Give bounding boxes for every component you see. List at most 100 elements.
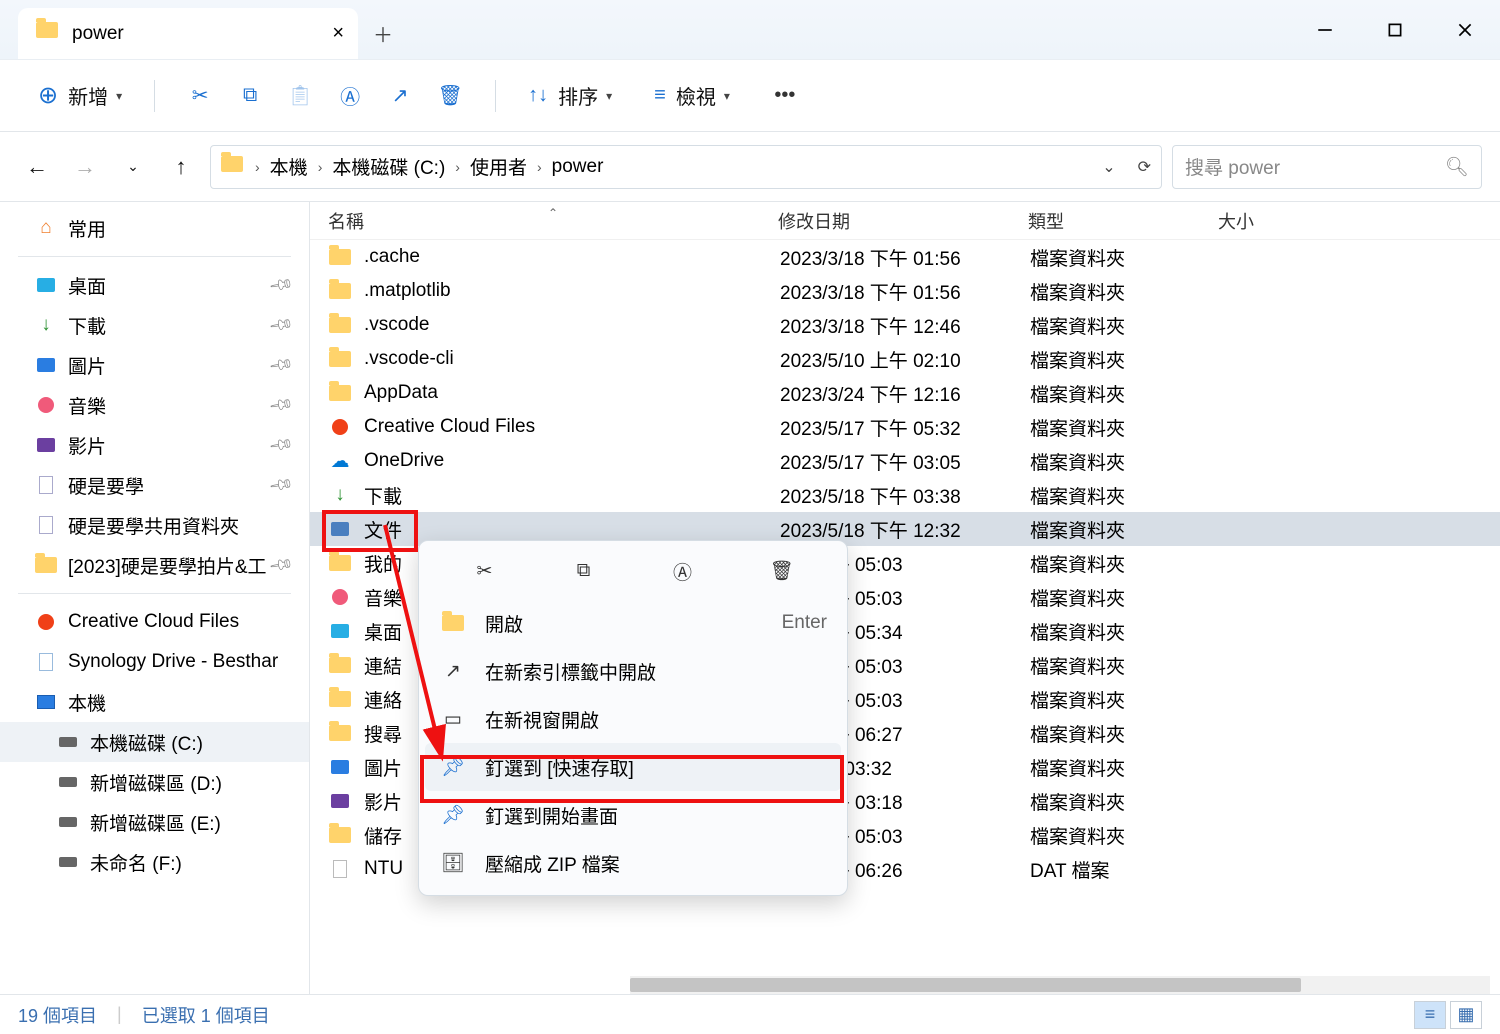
table-row[interactable]: .cache2023/3/18 下午 01:56檔案資料夾: [310, 240, 1500, 274]
details-view-button[interactable]: ≡: [1414, 1001, 1446, 1029]
new-tab-button[interactable]: ＋: [358, 8, 408, 59]
cut-button[interactable]: ✂: [471, 557, 499, 585]
file-date: 2023/5/17 下午 05:32: [780, 414, 1030, 441]
menu-open[interactable]: 開啟 Enter: [425, 599, 841, 647]
folder-icon: [328, 823, 352, 847]
home-icon: ⌂: [34, 216, 58, 240]
new-tab-icon: ↗: [439, 660, 467, 683]
sidebar-item[interactable]: 硬是要學📌︎: [0, 465, 309, 505]
file-type: 檔案資料夾: [1030, 550, 1220, 577]
sidebar-item[interactable]: 影片📌︎: [0, 425, 309, 465]
sidebar-item[interactable]: 本機磁碟 (C:): [0, 722, 309, 762]
breadcrumb-segment[interactable]: power: [546, 156, 610, 178]
icons-view-button[interactable]: ▦: [1450, 1001, 1482, 1029]
videos-icon: [34, 433, 58, 457]
close-window-button[interactable]: [1430, 0, 1500, 59]
window-tab[interactable]: power ×: [18, 8, 358, 59]
table-row[interactable]: ☁OneDrive2023/5/17 下午 03:05檔案資料夾: [310, 444, 1500, 478]
breadcrumb-segment[interactable]: 本機: [264, 153, 314, 180]
trash-icon: 🗑︎: [437, 83, 462, 108]
file-name: Creative Cloud Files: [364, 416, 780, 438]
column-size-header[interactable]: 大小: [1218, 208, 1288, 234]
file-date: 2023/5/18 下午 12:32: [780, 516, 1030, 543]
horizontal-scrollbar[interactable]: [630, 976, 1490, 994]
table-row[interactable]: .vscode-cli2023/5/10 上午 02:10檔案資料夾: [310, 342, 1500, 376]
rename-button[interactable]: Ⓐ︎: [669, 557, 697, 585]
sidebar-item-label: 本機: [68, 689, 106, 716]
sidebar-item[interactable]: Creative Cloud Files: [0, 602, 309, 642]
sidebar-item[interactable]: 新增磁碟區 (E:): [0, 802, 309, 842]
file-date: 2023/3/18 下午 01:56: [780, 278, 1030, 305]
forward-button[interactable]: →: [66, 148, 104, 186]
table-row[interactable]: ↓下載2023/5/18 下午 03:38檔案資料夾: [310, 478, 1500, 512]
breadcrumb-segment[interactable]: 使用者: [464, 153, 533, 180]
minimize-button[interactable]: [1290, 0, 1360, 59]
rename-button[interactable]: Ⓐ︎: [329, 75, 371, 116]
sidebar-item[interactable]: 桌面📌︎: [0, 265, 309, 305]
menu-open-new-window[interactable]: ▭ 在新視窗開啟: [425, 695, 841, 743]
chevron-down-icon[interactable]: ⌄: [1102, 157, 1115, 177]
file-type: 檔案資料夾: [1030, 516, 1220, 543]
menu-pin-quick-access[interactable]: 📌︎ 釘選到 [快速存取]: [425, 743, 841, 791]
copy-button[interactable]: ⧉: [229, 78, 271, 113]
recent-dropdown[interactable]: ⌄: [114, 148, 152, 186]
maximize-button[interactable]: [1360, 0, 1430, 59]
folder-icon: [34, 553, 58, 577]
file-name: .vscode-cli: [364, 348, 780, 370]
menu-pin-start[interactable]: 📌︎ 釘選到開始畫面: [425, 791, 841, 839]
search-icon: 🔍︎: [1445, 155, 1469, 179]
folder-open-icon: [439, 615, 467, 631]
sidebar-item[interactable]: 未命名 (F:): [0, 842, 309, 882]
cut-button[interactable]: ✂: [179, 77, 221, 114]
table-row[interactable]: .matplotlib2023/3/18 下午 01:56檔案資料夾: [310, 274, 1500, 308]
share-button[interactable]: ↗: [379, 77, 421, 114]
back-button[interactable]: ←: [18, 148, 56, 186]
refresh-button[interactable]: ⟳: [1138, 157, 1151, 177]
sidebar-item[interactable]: 音樂📌︎: [0, 385, 309, 425]
sidebar-item-label: 硬是要學共用資料夾: [68, 512, 239, 539]
sidebar-item[interactable]: ⌂ 常用: [0, 208, 309, 248]
sidebar-item-label: 桌面: [68, 272, 106, 299]
menu-open-new-tab[interactable]: ↗ 在新索引標籤中開啟: [425, 647, 841, 695]
more-button[interactable]: •••: [764, 78, 806, 113]
delete-button[interactable]: 🗑︎: [429, 77, 471, 114]
paste-button[interactable]: 📋︎: [279, 77, 321, 114]
sidebar-item[interactable]: 本機: [0, 682, 309, 722]
view-button[interactable]: ≡ 檢視 ▾: [646, 75, 738, 116]
table-row[interactable]: .vscode2023/3/18 下午 12:46檔案資料夾: [310, 308, 1500, 342]
file-date: 2023/5/10 上午 02:10: [780, 346, 1030, 373]
sidebar-item-label: 常用: [68, 215, 106, 242]
tab-title: power: [72, 23, 124, 45]
search-input[interactable]: 搜尋 power 🔍︎: [1172, 145, 1482, 189]
sort-icon: ↑↓: [528, 84, 548, 107]
sidebar-item[interactable]: ↓下載📌︎: [0, 305, 309, 345]
file-type: 檔案資料夾: [1030, 312, 1220, 339]
copy-button[interactable]: ⧉: [570, 557, 598, 585]
sidebar-item-label: 本機磁碟 (C:): [90, 729, 203, 756]
file-name: 下載: [364, 482, 780, 509]
share-icon: ↗: [392, 83, 409, 108]
delete-button[interactable]: 🗑︎: [768, 557, 796, 585]
breadcrumb-segment[interactable]: 本機磁碟 (C:): [326, 153, 451, 180]
address-bar[interactable]: › 本機 › 本機磁碟 (C:) › 使用者 › power ⌄ ⟳: [210, 145, 1162, 189]
sidebar: ⌂ 常用桌面📌︎↓下載📌︎圖片📌︎音樂📌︎影片📌︎硬是要學📌︎ 硬是要學共用資料夾 […: [0, 202, 310, 994]
sidebar-item[interactable]: Synology Drive - Besthar: [0, 642, 309, 682]
drive-icon: [56, 810, 80, 834]
column-name-header[interactable]: ⌃ 名稱: [328, 208, 778, 234]
sidebar-item[interactable]: 硬是要學共用資料夾: [0, 505, 309, 545]
documents-icon: [328, 517, 352, 541]
column-type-header[interactable]: 類型: [1028, 208, 1218, 234]
videos-icon: [328, 789, 352, 813]
menu-compress-zip[interactable]: 🗄︎ 壓縮成 ZIP 檔案: [425, 839, 841, 887]
table-row[interactable]: Creative Cloud Files2023/5/17 下午 05:32檔案…: [310, 410, 1500, 444]
up-button[interactable]: ↑: [162, 148, 200, 186]
sidebar-item[interactable]: [2023]硬是要學拍片&工📌︎: [0, 545, 309, 585]
tab-close-button[interactable]: ×: [332, 22, 344, 45]
table-row[interactable]: AppData2023/3/24 下午 12:16檔案資料夾: [310, 376, 1500, 410]
sort-button[interactable]: ↑↓ 排序 ▾: [520, 75, 620, 116]
column-date-header[interactable]: 修改日期: [778, 208, 1028, 234]
sidebar-item[interactable]: 圖片📌︎: [0, 345, 309, 385]
new-button[interactable]: ⊕ 新增 ▾: [30, 75, 130, 116]
sidebar-item[interactable]: 新增磁碟區 (D:): [0, 762, 309, 802]
sidebar-item-label: 新增磁碟區 (D:): [90, 769, 222, 796]
